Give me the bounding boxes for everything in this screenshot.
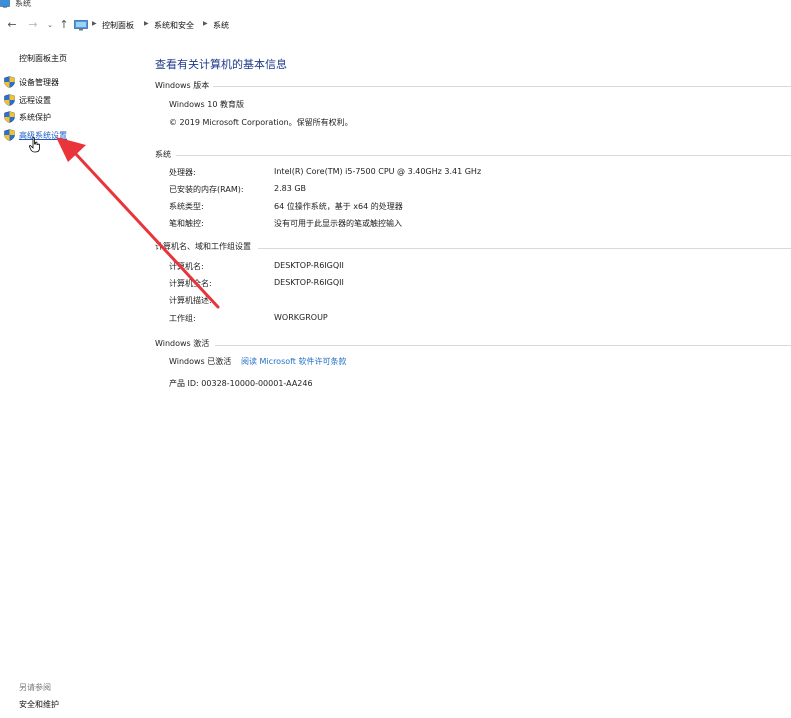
sidebar-item-advanced-system-settings[interactable]: 高级系统设置 [19, 130, 67, 141]
memory-value: 2.83 GB [274, 184, 307, 193]
license-terms-link[interactable]: 阅读 Microsoft 软件许可条款 [241, 356, 347, 367]
title-bar: 系统 [0, 0, 791, 12]
computer-description-label: 计算机描述: [169, 296, 212, 305]
section-divider [176, 155, 791, 156]
sidebar-item-system-protection[interactable]: 系统保护 [19, 112, 51, 123]
see-also-heading: 另请参阅 [19, 683, 51, 692]
breadcrumb-separator-icon: ▶ [144, 20, 149, 27]
section-divider [258, 248, 791, 249]
breadcrumb-system-security[interactable]: 系统和安全 [154, 20, 194, 31]
pen-touch-value: 没有可用于此显示器的笔或触控输入 [274, 219, 402, 228]
processor-label: 处理器: [169, 168, 196, 177]
sidebar-control-panel-home-link[interactable]: 控制面板主页 [19, 53, 67, 64]
sidebar-item-remote-settings[interactable]: 远程设置 [19, 95, 51, 106]
copyright-text: © 2019 Microsoft Corporation。保留所有权利。 [169, 118, 353, 127]
see-also-security-maintenance-link[interactable]: 安全和维护 [19, 699, 59, 710]
full-computer-name-label: 计算机全名: [169, 279, 212, 288]
computer-name-label: 计算机名: [169, 262, 204, 271]
sidebar-item-device-manager[interactable]: 设备管理器 [19, 77, 59, 88]
uac-shield-icon [4, 94, 15, 106]
forward-arrow-icon[interactable]: → [26, 18, 40, 32]
address-bar: ← → ⌄ ↑ ▶ 控制面板 ▶ 系统和安全 ▶ 系统 [0, 12, 791, 38]
system-window-icon [0, 0, 10, 8]
pen-touch-label: 笔和触控: [169, 219, 204, 228]
hand-cursor-icon [29, 137, 40, 153]
workgroup-value: WORKGROUP [274, 313, 328, 322]
breadcrumb-control-panel[interactable]: 控制面板 [102, 20, 134, 31]
computer-name-value: DESKTOP-R6IGQII [274, 261, 344, 270]
activation-status: Windows 已激活 [169, 357, 232, 366]
section-divider [213, 86, 791, 87]
uac-shield-icon [4, 129, 15, 141]
window-title: 系统 [15, 0, 31, 8]
recent-locations-chevron-icon[interactable]: ⌄ [43, 18, 57, 32]
back-arrow-icon[interactable]: ← [5, 18, 19, 32]
windows-edition-name: Windows 10 教育版 [169, 100, 244, 109]
section-header-activation: Windows 激活 [155, 339, 210, 348]
uac-shield-icon [4, 76, 15, 88]
annotation-arrow [56, 137, 220, 309]
full-computer-name-value: DESKTOP-R6IGQII [274, 278, 344, 287]
workgroup-label: 工作组: [169, 314, 196, 323]
section-header-edition: Windows 版本 [155, 81, 210, 90]
breadcrumb-separator-icon: ▶ [92, 20, 97, 27]
section-header-system: 系统 [155, 150, 171, 159]
system-type-value: 64 位操作系统，基于 x64 的处理器 [274, 202, 403, 211]
uac-shield-icon [4, 111, 15, 123]
section-header-computer-name: 计算机名、域和工作组设置 [155, 242, 251, 251]
system-type-label: 系统类型: [169, 202, 204, 211]
page-title: 查看有关计算机的基本信息 [155, 58, 287, 71]
memory-label: 已安装的内存(RAM): [169, 185, 244, 194]
up-arrow-icon[interactable]: ↑ [57, 18, 71, 32]
processor-value: Intel(R) Core(TM) i5-7500 CPU @ 3.40GHz … [274, 167, 482, 176]
product-id: 产品 ID: 00328-10000-00001-AA246 [169, 379, 313, 388]
control-panel-icon [74, 20, 88, 31]
breadcrumb-system[interactable]: 系统 [213, 20, 229, 31]
section-divider [215, 345, 791, 346]
breadcrumb-separator-icon: ▶ [203, 20, 208, 27]
